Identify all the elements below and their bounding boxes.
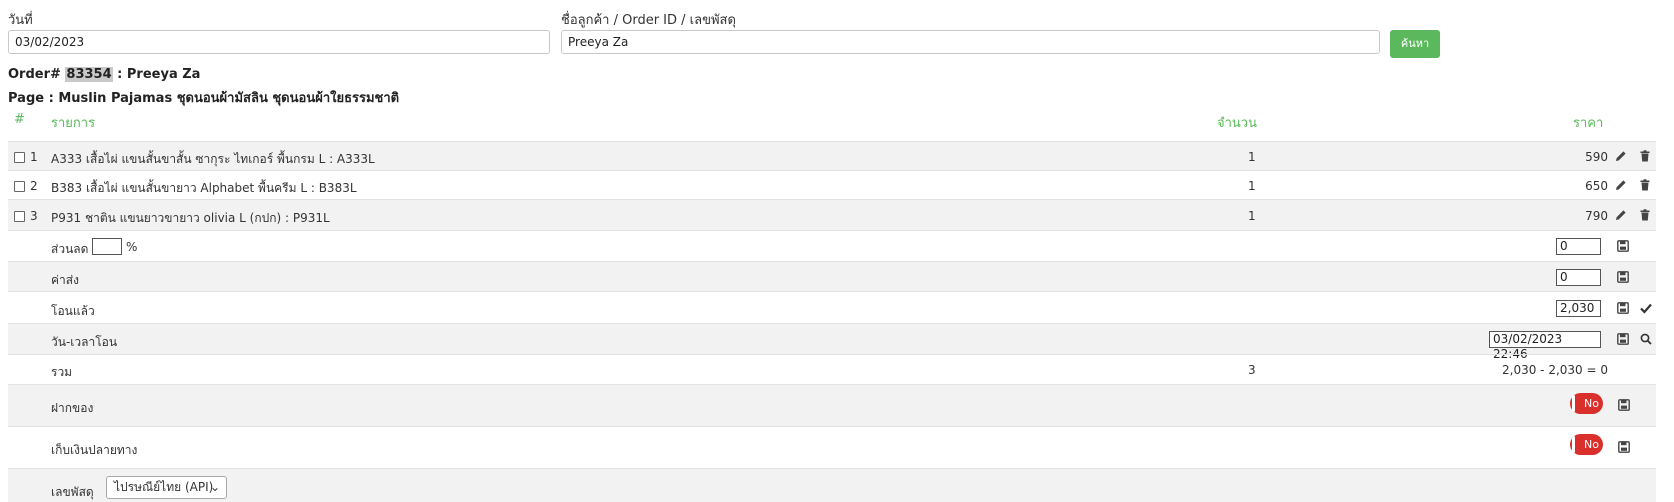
check-icon[interactable]: [1639, 301, 1653, 315]
customer-search-label: ชื่อลูกค้า / Order ID / เลขพัสดุ: [561, 13, 736, 28]
trash-icon[interactable]: [1638, 149, 1652, 163]
row-price: 650: [1585, 179, 1608, 193]
table-row: 3 P931 ชาติน แขนยาวขายาว olivia L (กปก) …: [8, 199, 1656, 231]
save-icon[interactable]: [1616, 270, 1630, 284]
deposit-label: ฝากของ: [51, 401, 94, 415]
row-number: 3: [30, 209, 38, 223]
total-calculation: 2,030 - 2,030 = 0: [1502, 363, 1608, 377]
header-qty: จำนวน: [1217, 116, 1257, 131]
row-qty: 1: [1248, 209, 1256, 223]
tracking-label: เลขพัสดุ: [51, 485, 94, 499]
date-label: วันที่: [8, 13, 33, 28]
pencil-icon[interactable]: [1614, 149, 1628, 163]
save-icon[interactable]: [1616, 332, 1630, 346]
courier-select-value: ไปรษณีย์ไทย (API): [114, 480, 214, 494]
total-row: รวม 3 2,030 - 2,030 = 0: [8, 354, 1656, 385]
shipping-row: ค่าส่ง 0: [8, 261, 1656, 292]
table-row: 1 A333 เสื้อไผ่ แขนสั้นขาสั้น ซากุระ ไทเ…: [8, 141, 1656, 171]
discount-label: ส่วนลด: [51, 242, 89, 256]
deposit-row: ฝากของ No: [8, 384, 1656, 427]
cod-toggle[interactable]: No: [1570, 434, 1603, 455]
chevron-down-icon: ⌄: [209, 480, 220, 494]
header-item: รายการ: [51, 116, 96, 131]
total-qty: 3: [1248, 363, 1256, 377]
row-checkbox[interactable]: [14, 181, 25, 192]
shipping-label: ค่าส่ง: [51, 273, 79, 287]
row-item: B383 เสื้อไผ่ แขนสั้นขายาว Alphabet พื้น…: [51, 181, 357, 195]
order-page-line: Page : Muslin Pajamas ชุดนอนผ้ามัสลิน ชุ…: [8, 91, 400, 106]
search-icon[interactable]: [1639, 332, 1653, 346]
row-item: A333 เสื้อไผ่ แขนสั้นขาสั้น ซากุระ ไทเกอ…: [51, 152, 375, 166]
paid-row: โอนแล้ว 2,030: [8, 291, 1656, 324]
courier-select[interactable]: ไปรษณีย์ไทย (API) ⌄: [106, 476, 227, 499]
row-qty: 1: [1248, 150, 1256, 164]
percent-sign: %: [126, 240, 138, 254]
paid-label: โอนแล้ว: [51, 304, 95, 318]
row-item: P931 ชาติน แขนยาวขายาว olivia L (กปก) : …: [51, 211, 330, 225]
table-row: 2 B383 เสื้อไผ่ แขนสั้นขายาว Alphabet พื…: [8, 170, 1656, 200]
tracking-row: เลขพัสดุ ไปรษณีย์ไทย (API) ⌄: [8, 468, 1656, 502]
row-checkbox[interactable]: [14, 211, 25, 222]
trash-icon[interactable]: [1638, 178, 1652, 192]
paid-input[interactable]: 2,030: [1556, 300, 1601, 317]
order-prefix: Order#: [8, 67, 61, 82]
shipping-input[interactable]: 0: [1556, 269, 1601, 286]
cod-label: เก็บเงินปลายทาง: [51, 443, 138, 457]
save-icon[interactable]: [1616, 301, 1630, 315]
save-icon[interactable]: [1616, 239, 1630, 253]
row-price: 790: [1585, 209, 1608, 223]
date-input[interactable]: 03/02/2023: [8, 30, 550, 54]
row-number: 1: [30, 150, 38, 164]
search-button[interactable]: ค้นหา: [1390, 30, 1440, 58]
header-price: ราคา: [1573, 116, 1604, 131]
cod-row: เก็บเงินปลายทาง No: [8, 426, 1656, 469]
save-icon[interactable]: [1617, 440, 1631, 454]
row-checkbox[interactable]: [14, 152, 25, 163]
order-customer: : Preeya Za: [112, 67, 201, 82]
row-price: 590: [1585, 150, 1608, 164]
paid-datetime-row: วัน-เวลาโอน 03/02/2023 22:46: [8, 323, 1656, 361]
discount-percent-input[interactable]: [92, 238, 122, 255]
trash-icon[interactable]: [1638, 208, 1652, 222]
discount-input[interactable]: 0: [1556, 238, 1601, 255]
row-qty: 1: [1248, 179, 1256, 193]
header-num: #: [14, 112, 25, 127]
paid-datetime-input[interactable]: 03/02/2023 22:46: [1489, 331, 1601, 361]
pencil-icon[interactable]: [1614, 178, 1628, 192]
discount-row: ส่วนลด % 0: [8, 230, 1656, 262]
total-label: รวม: [51, 365, 73, 379]
customer-search-input[interactable]: Preeya Za: [561, 30, 1380, 54]
save-icon[interactable]: [1617, 398, 1631, 412]
order-id: 83354: [65, 67, 113, 82]
deposit-toggle[interactable]: No: [1570, 393, 1603, 414]
paid-datetime-label: วัน-เวลาโอน: [51, 335, 118, 349]
row-number: 2: [30, 179, 38, 193]
pencil-icon[interactable]: [1614, 208, 1628, 222]
order-heading: Order# 83354 : Preeya Za: [8, 67, 200, 82]
